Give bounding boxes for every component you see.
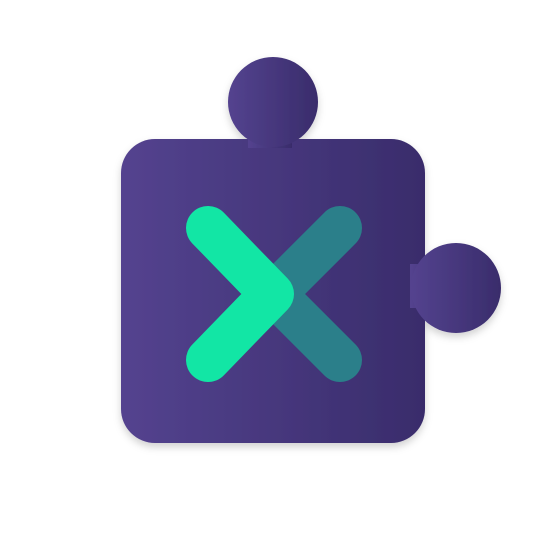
app-icon-canvas (0, 0, 560, 560)
puzzle-right-tab (411, 243, 501, 333)
puzzle-piece-extension-icon (121, 57, 501, 443)
puzzle-top-tab (228, 57, 318, 147)
